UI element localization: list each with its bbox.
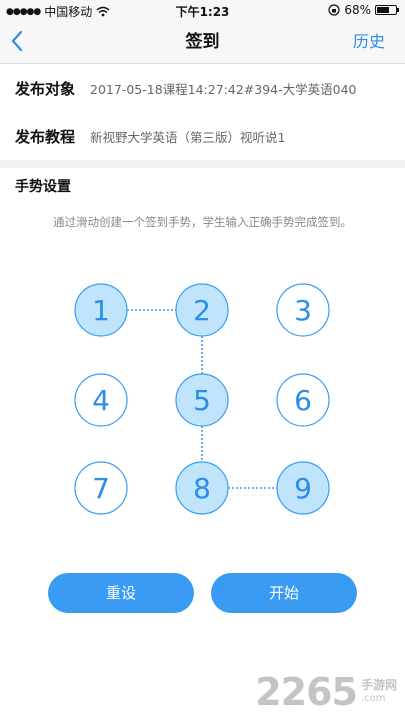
gesture-node-1[interactable]: 1 <box>74 283 128 337</box>
gesture-node-label: 7 <box>92 472 110 505</box>
watermark-cn: 手游网 <box>360 678 397 692</box>
gesture-node-label: 6 <box>294 384 312 417</box>
gesture-node-6[interactable]: 6 <box>276 373 330 427</box>
gesture-node-9[interactable]: 9 <box>276 461 330 515</box>
gesture-node-8[interactable]: 8 <box>175 461 229 515</box>
gesture-node-label: 9 <box>294 472 312 505</box>
watermark-logo: 2265 手游网 .com <box>255 670 397 714</box>
navigation-bar: 签到 历史 <box>0 20 405 64</box>
publish-tutorial-value: 新视野大学英语（第三版）视听说1 <box>90 129 286 145</box>
gesture-section-title: 手势设置 <box>15 179 71 195</box>
gesture-node-label: 4 <box>92 384 110 417</box>
gesture-node-label: 5 <box>193 384 211 417</box>
gesture-node-2[interactable]: 2 <box>175 283 229 337</box>
gesture-grid[interactable]: 1 2 3 4 5 6 7 8 9 <box>0 270 405 530</box>
start-button[interactable]: 开始 <box>211 573 357 613</box>
rotation-lock-icon <box>328 4 340 16</box>
gesture-node-3[interactable]: 3 <box>276 283 330 337</box>
section-divider <box>0 160 405 168</box>
gesture-node-label: 3 <box>294 294 312 327</box>
publish-target-label: 发布对象 <box>15 79 76 98</box>
gesture-node-label: 1 <box>92 294 110 327</box>
watermark-number: 2265 <box>255 670 358 714</box>
gesture-node-label: 8 <box>193 472 211 505</box>
watermark-url: .com <box>360 693 386 704</box>
battery-icon <box>375 5 399 15</box>
gesture-node-label: 2 <box>193 294 211 327</box>
publish-target-row[interactable]: 发布对象 2017-05-18课程14:27:42#394-大学英语040 <box>0 64 405 112</box>
publish-target-value: 2017-05-18课程14:27:42#394-大学英语040 <box>90 81 357 97</box>
gesture-hint: 通过滑动创建一个签到手势，学生输入正确手势完成签到。 <box>53 215 352 229</box>
gesture-node-5[interactable]: 5 <box>175 373 229 427</box>
gesture-pad[interactable]: 1 2 3 4 5 6 7 8 9 <box>0 270 405 530</box>
page-title: 签到 <box>185 32 220 52</box>
status-bar: ●●●●● 中国移动 下午1:23 68% <box>0 0 405 20</box>
reset-button[interactable]: 重设 <box>48 573 194 613</box>
history-button[interactable]: 历史 <box>353 20 385 64</box>
gesture-node-7[interactable]: 7 <box>74 461 128 515</box>
gesture-node-4[interactable]: 4 <box>74 373 128 427</box>
battery-percent: 68% <box>344 3 371 17</box>
publish-tutorial-label: 发布教程 <box>15 127 76 146</box>
publish-tutorial-row[interactable]: 发布教程 新视野大学英语（第三版）视听说1 <box>0 112 405 160</box>
